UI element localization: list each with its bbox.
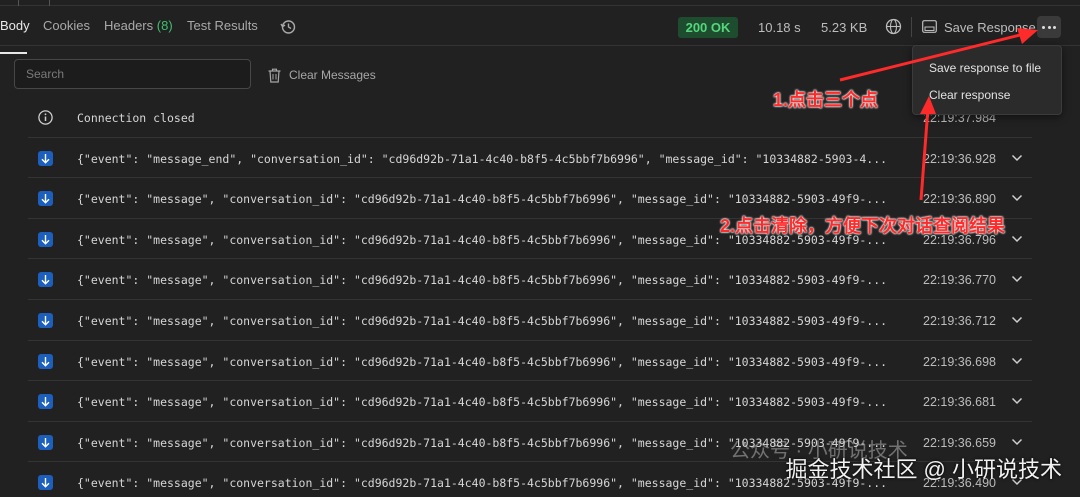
- history-icon[interactable]: [279, 18, 297, 36]
- info-icon: [38, 110, 53, 125]
- chevron-down-icon[interactable]: [1011, 357, 1023, 365]
- response-time[interactable]: 10.18 s: [758, 20, 801, 35]
- message-timestamp: 22:19:36.712: [923, 313, 996, 328]
- message-timestamp: 22:19:36.890: [923, 192, 996, 207]
- tab-label: Headers: [104, 18, 154, 33]
- tab-cookies[interactable]: Cookies: [43, 18, 90, 33]
- chevron-down-icon[interactable]: [1011, 194, 1023, 202]
- arrow-down-icon: [38, 312, 53, 328]
- trash-icon: [268, 68, 281, 83]
- more-options-menu: Save response to file Clear response: [912, 45, 1062, 115]
- headers-count-badge: (8): [156, 18, 173, 33]
- message-row[interactable]: Connection closed 22:19:37.984: [28, 97, 1032, 138]
- chevron-down-icon[interactable]: [1011, 275, 1023, 283]
- watermark: 掘金技术社区 @ 小研说技术: [785, 457, 1062, 482]
- message-text: {"event": "message_end", "conversation_i…: [77, 151, 888, 166]
- active-tab-indicator: [0, 52, 27, 54]
- top-border: [0, 0, 1080, 6]
- tab-label: Body: [0, 18, 30, 33]
- chevron-down-icon[interactable]: [1011, 438, 1023, 446]
- message-text: Connection closed: [77, 111, 195, 125]
- tab-label: Test Results: [187, 18, 258, 33]
- tab-body[interactable]: Body: [0, 18, 30, 54]
- chevron-down-icon[interactable]: [1011, 154, 1023, 162]
- more-dot-icon: [1047, 26, 1051, 29]
- arrow-down-icon: [38, 475, 53, 491]
- message-timestamp: 22:19:36.681: [923, 395, 996, 410]
- arrow-down-icon: [38, 231, 53, 247]
- chevron-down-icon[interactable]: [1011, 397, 1023, 405]
- arrow-down-icon: [38, 150, 53, 166]
- message-text: {"event": "message", "conversation_id": …: [77, 313, 888, 328]
- message-text: {"event": "message", "conversation_id": …: [77, 273, 888, 288]
- menu-item-clear-response[interactable]: Clear response: [929, 88, 1010, 102]
- message-timestamp: 22:19:36.659: [923, 435, 996, 450]
- message-timestamp: 22:19:36.698: [923, 354, 996, 369]
- response-tabs: Body Cookies Headers (8) Test Results: [0, 8, 1080, 54]
- more-dot-icon: [1042, 26, 1045, 29]
- message-row[interactable]: {"event": "message", "conversation_id": …: [28, 341, 1032, 382]
- arrow-down-icon: [38, 394, 53, 410]
- tab-headers[interactable]: Headers (8): [104, 18, 173, 33]
- chevron-down-icon[interactable]: [1011, 316, 1023, 324]
- message-timestamp: 22:19:36.928: [923, 151, 996, 166]
- message-text: {"event": "message", "conversation_id": …: [77, 192, 888, 207]
- tab-test-results[interactable]: Test Results: [187, 18, 258, 33]
- annotation-step1: 1.点击三个点: [773, 90, 879, 110]
- chevron-down-icon[interactable]: [1011, 235, 1023, 243]
- window-divider: [18, 0, 19, 6]
- clear-messages-label: Clear Messages: [289, 68, 376, 82]
- arrow-down-icon: [38, 272, 53, 288]
- toolbar-divider: [911, 17, 912, 37]
- window-divider: [49, 0, 50, 6]
- more-options-button[interactable]: [1037, 16, 1061, 38]
- search-input[interactable]: [14, 59, 251, 89]
- save-response-button[interactable]: Save Response: [944, 20, 1036, 35]
- status-badge[interactable]: 200 OK: [678, 17, 738, 38]
- tab-label: Cookies: [43, 18, 90, 33]
- arrow-down-icon: [38, 353, 53, 369]
- message-row[interactable]: {"event": "message", "conversation_id": …: [28, 259, 1032, 300]
- more-dot-icon: [1053, 26, 1056, 29]
- save-icon[interactable]: [922, 20, 937, 33]
- message-text: {"event": "message", "conversation_id": …: [77, 354, 888, 369]
- message-timestamp: 22:19:36.770: [923, 273, 996, 288]
- message-row[interactable]: {"event": "message", "conversation_id": …: [28, 381, 1032, 422]
- annotation-step2: 2.点击清除，方便下次对话查阅结果: [720, 216, 1006, 236]
- arrow-down-icon: [38, 434, 53, 450]
- response-size[interactable]: 5.23 KB: [821, 20, 867, 35]
- arrow-down-icon: [38, 191, 53, 207]
- message-row[interactable]: {"event": "message", "conversation_id": …: [28, 300, 1032, 341]
- globe-icon[interactable]: [885, 18, 902, 35]
- message-text: {"event": "message", "conversation_id": …: [77, 395, 888, 410]
- menu-item-save-to-file[interactable]: Save response to file: [929, 61, 1041, 75]
- message-row[interactable]: {"event": "message_end", "conversation_i…: [28, 138, 1032, 179]
- clear-messages-button[interactable]: Clear Messages: [268, 66, 376, 84]
